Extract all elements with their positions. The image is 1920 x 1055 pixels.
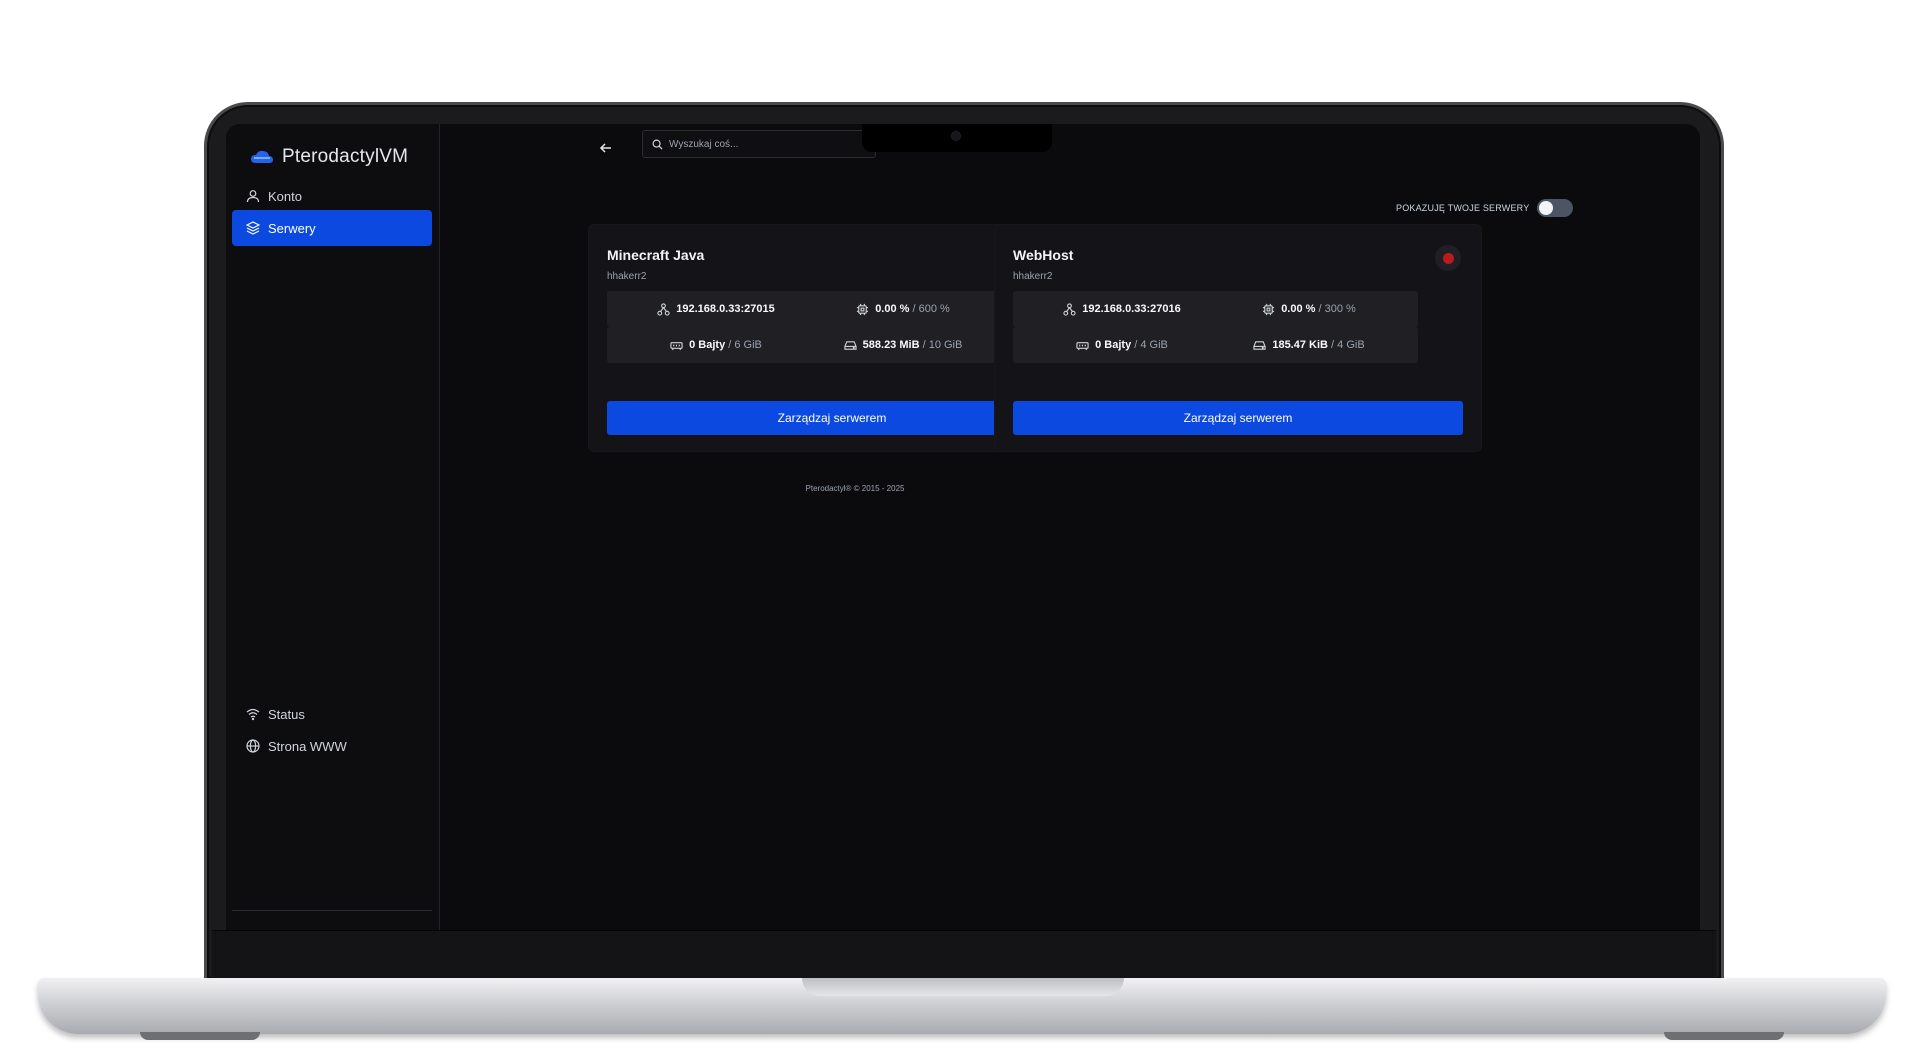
memory-icon (1076, 341, 1089, 350)
server-name: Minecraft Java (607, 247, 705, 263)
sidebar-item-label: Status (268, 706, 305, 722)
sidebar-item-label: Strona WWW (268, 738, 347, 754)
sidebar-item-serwery[interactable]: Serwery (232, 210, 432, 246)
memory-stat: 0 Bajty / 6 GiB (607, 327, 825, 363)
divider (232, 910, 432, 911)
screen: PterodactylVM Konto Serwery Status Stron (226, 124, 1700, 930)
show-my-servers-toggle[interactable] (1537, 199, 1574, 217)
server-address: 192.168.0.33:27015 (676, 303, 775, 315)
cpu-value: 0.00 % (875, 303, 910, 315)
memory-value: 0 Bajty (689, 339, 726, 351)
address-stat[interactable]: 192.168.0.33:27016 (1013, 291, 1231, 327)
memory-limit: / 4 GiB (1131, 339, 1168, 351)
laptop-chin (212, 930, 1716, 980)
disk-limit: / 10 GiB (919, 339, 963, 351)
cpu-icon (1263, 303, 1275, 315)
search-icon (652, 139, 663, 150)
toggle-knob (1539, 201, 1554, 215)
laptop-opening-lip (802, 978, 1124, 996)
search-bar[interactable] (642, 130, 876, 158)
hard-drive-icon (844, 340, 857, 350)
wifi-icon (246, 708, 260, 721)
cpu-stat: 0.00 % / 300 % (1200, 291, 1418, 327)
hard-drive-icon (1253, 340, 1266, 350)
network-icon (1063, 302, 1076, 316)
sidebar-item-konto[interactable]: Konto (232, 178, 432, 214)
layers-icon (246, 221, 260, 235)
disk-value: 588.23 MiB (862, 339, 920, 351)
cloud-logo-icon (251, 150, 273, 163)
status-indicator (1435, 245, 1461, 271)
laptop-foot-right (1664, 1032, 1784, 1040)
disk-stat: 588.23 MiB / 10 GiB (794, 327, 1012, 363)
sidebar-item-strona-www[interactable]: Strona WWW (232, 728, 432, 764)
memory-value: 0 Bajty (1095, 339, 1132, 351)
laptop-foot-left (140, 1032, 260, 1040)
disk-limit: / 4 GiB (1327, 339, 1365, 351)
search-input[interactable] (669, 138, 859, 150)
server-card[interactable]: WebHost hhakerr2 192.168.0.33:27016 0.00… (994, 224, 1482, 452)
cpu-limit: / 600 % (909, 303, 950, 315)
network-icon (657, 302, 670, 316)
back-arrow-icon[interactable] (596, 138, 616, 158)
server-owner: hhakerr2 (1013, 271, 1053, 282)
server-address: 192.168.0.33:27016 (1082, 303, 1181, 315)
memory-limit: / 6 GiB (725, 339, 762, 351)
sidebar-item-label: Konto (268, 188, 302, 204)
address-stat[interactable]: 192.168.0.33:27015 (607, 291, 825, 327)
sidebar: PterodactylVM Konto Serwery Status Stron (226, 124, 440, 930)
cpu-limit: / 300 % (1315, 303, 1356, 315)
sidebar-item-status[interactable]: Status (232, 696, 432, 732)
server-owner: hhakerr2 (607, 271, 647, 282)
toggle-label: POKAZUJĘ TWOJE SERWERY (1396, 203, 1530, 213)
server-name: WebHost (1013, 247, 1074, 263)
disk-value: 185.47 KiB (1272, 339, 1328, 351)
sidebar-item-label: Serwery (268, 220, 316, 236)
cpu-stat: 0.00 % / 600 % (794, 291, 1012, 327)
manage-server-button[interactable]: Zarządzaj serwerem (607, 401, 1057, 435)
offline-status-icon (1442, 252, 1454, 264)
camera-notch (862, 124, 1052, 152)
disk-stat: 185.47 KiB / 4 GiB (1200, 327, 1418, 363)
memory-stat: 0 Bajty / 4 GiB (1013, 327, 1231, 363)
globe-icon (246, 739, 260, 753)
camera-icon (951, 131, 961, 141)
cpu-value: 0.00 % (1281, 303, 1316, 315)
brand-name: PterodactylVM (282, 146, 409, 167)
brand[interactable]: PterodactylVM (250, 146, 408, 168)
copyright-text: Pterodactyl® © 2015 - 2025 (805, 484, 905, 493)
footer: Pterodactyl® © 2015 - 2025 (226, 484, 1700, 493)
manage-server-button[interactable]: Zarządzaj serwerem (1013, 401, 1463, 435)
server-filter-toggle-row: POKAZUJĘ TWOJE SERWERY (1396, 199, 1574, 217)
memory-icon (670, 341, 683, 350)
cpu-icon (857, 303, 869, 315)
user-icon (246, 190, 260, 203)
